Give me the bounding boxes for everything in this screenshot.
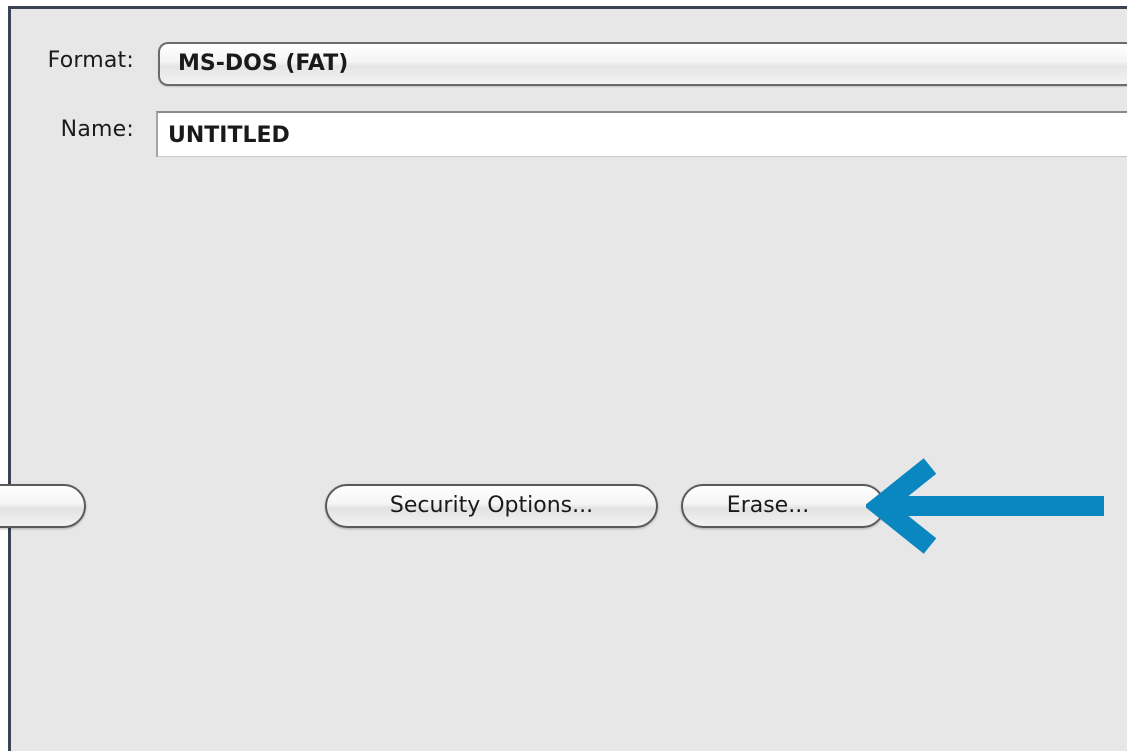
name-field[interactable]: UNTITLED [156, 111, 1127, 157]
format-popup[interactable]: MS-DOS (FAT) [158, 42, 1127, 86]
offscreen-button[interactable] [0, 484, 86, 528]
arrow-left-icon [866, 458, 1104, 554]
arrow-shape [866, 458, 1104, 554]
erase-button[interactable]: Erase... [681, 484, 885, 528]
name-label: Name: [60, 117, 134, 142]
security-options-button[interactable]: Security Options... [325, 484, 658, 528]
screenshot-stage: Format: MS-DOS (FAT) Name: UNTITLED Secu… [0, 0, 1127, 751]
format-label: Format: [47, 48, 134, 73]
